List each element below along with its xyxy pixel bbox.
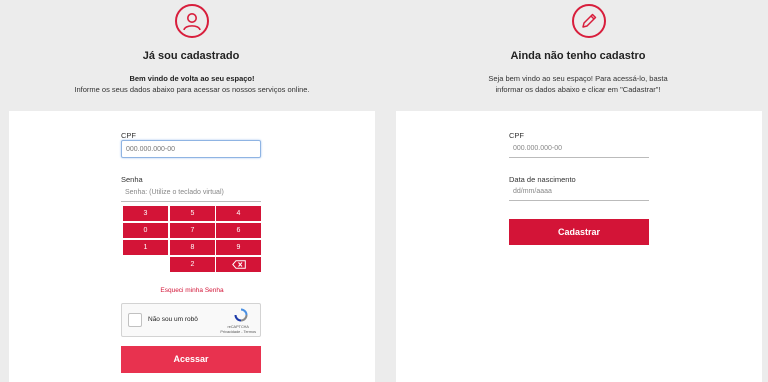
recaptcha-links[interactable]: Privacidade - Termos — [220, 330, 256, 335]
register-card: CPF 000.000.000-00 Data de nascimento dd… — [396, 111, 762, 382]
recaptcha-label: Não sou um robô — [148, 316, 198, 323]
keypad-key[interactable]: 2 — [170, 257, 215, 272]
recaptcha-brand: reCAPTCHA Privacidade - Termos — [220, 325, 256, 335]
login-welcome: Bem vindo de volta ao seu espaço! — [129, 74, 255, 83]
dob-input[interactable]: dd/mm/aaaa — [509, 183, 649, 201]
register-line1: Seja bem vindo ao seu espaço! Para acess… — [488, 74, 668, 83]
forgot-password-link[interactable]: Esqueci minha Senha — [9, 287, 375, 294]
cpf-label: CPF — [121, 131, 136, 140]
login-instructions: Informe os seus dados abaixo para acessa… — [74, 85, 310, 94]
keypad-key[interactable]: 5 — [170, 206, 215, 221]
login-section: Já sou cadastrado Bem vindo de volta ao … — [0, 0, 384, 382]
cpf-label: CPF — [509, 131, 524, 140]
keypad-key[interactable]: 9 — [216, 240, 261, 255]
senha-input[interactable]: Senha: (Utilize o teclado virtual) — [121, 184, 261, 202]
backspace-key[interactable] — [216, 257, 261, 272]
keypad-key[interactable]: 0 — [123, 223, 168, 238]
keypad-key[interactable]: 7 — [170, 223, 215, 238]
register-line2: informar os dados abaixo e clicar em "Ca… — [495, 85, 661, 94]
pencil-icon — [572, 4, 606, 38]
senha-label: Senha — [121, 175, 143, 184]
keypad-key[interactable]: 6 — [216, 223, 261, 238]
register-title: Ainda não tenho cadastro — [510, 50, 646, 62]
cpf-input[interactable]: 000.000.000-00 — [121, 140, 261, 158]
acessar-button[interactable]: Acessar — [121, 346, 261, 373]
recaptcha-widget: Não sou um robô reCAPTCHA Privacidade - … — [121, 303, 261, 337]
keypad-key[interactable]: 4 — [216, 206, 261, 221]
user-icon — [175, 4, 209, 38]
keypad-key[interactable]: 8 — [170, 240, 215, 255]
keypad-key[interactable]: 3 — [123, 206, 168, 221]
login-card: CPF 000.000.000-00 Senha Senha: (Utilize… — [9, 111, 375, 382]
register-section: Ainda não tenho cadastro Seja bem vindo … — [384, 0, 768, 382]
cadastrar-button[interactable]: Cadastrar — [509, 219, 649, 245]
keypad-key[interactable]: 1 — [123, 240, 168, 255]
recaptcha-icon — [234, 308, 248, 322]
login-title: Já sou cadastrado — [142, 50, 240, 62]
backspace-icon — [231, 260, 246, 269]
recaptcha-checkbox[interactable] — [128, 313, 142, 327]
register-cpf-input[interactable]: 000.000.000-00 — [509, 140, 649, 158]
